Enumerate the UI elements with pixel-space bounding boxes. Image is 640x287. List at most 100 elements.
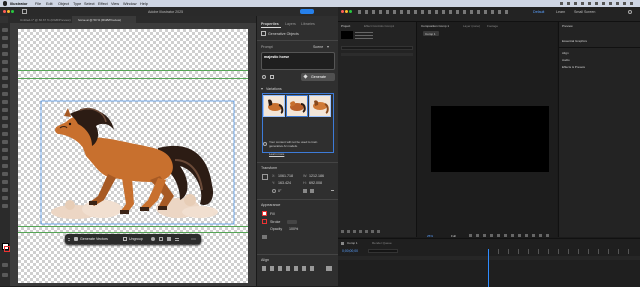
effects-presets-label[interactable]: Effects & Presets xyxy=(562,65,585,69)
scale-tool-icon[interactable] xyxy=(2,116,8,120)
viewer-controls[interactable] xyxy=(469,234,549,237)
distribute-icon[interactable] xyxy=(310,266,314,271)
share-button[interactable] xyxy=(300,9,314,14)
menu-select[interactable]: Select xyxy=(84,2,95,6)
pen-tool-icon[interactable] xyxy=(2,44,8,48)
reference-icon[interactable] xyxy=(270,75,274,79)
timecode-display[interactable]: 0;00;00;00 xyxy=(342,249,358,253)
curvature-tool-icon[interactable] xyxy=(2,52,8,56)
graph-tool-icon[interactable] xyxy=(2,172,8,176)
audio-panel-label[interactable]: Audio xyxy=(562,58,570,62)
chevron-down-icon[interactable] xyxy=(327,46,329,48)
tab-libraries[interactable]: Libraries xyxy=(301,22,315,26)
tab-footage[interactable]: Footage xyxy=(487,24,498,28)
minimize-window-icon[interactable] xyxy=(7,10,10,13)
align-right-icon[interactable] xyxy=(278,266,282,271)
lock-icon[interactable] xyxy=(167,237,171,241)
playhead[interactable] xyxy=(488,249,489,287)
settings-icon[interactable] xyxy=(262,75,266,79)
preview-panel-label[interactable]: Preview xyxy=(562,24,573,28)
menu-type[interactable]: Type xyxy=(73,2,81,6)
close-window-icon[interactable] xyxy=(341,10,344,13)
project-search-input[interactable] xyxy=(341,46,413,50)
align-bottom-icon[interactable] xyxy=(302,266,306,271)
learn-more-link[interactable]: Learn more xyxy=(269,152,284,156)
tab-effect-controls[interactable]: Effect Controls Comp1 xyxy=(364,24,394,28)
shape-builder-tool-icon[interactable] xyxy=(2,132,8,136)
menu-object[interactable]: Object xyxy=(58,2,69,6)
generate-button[interactable]: Generate xyxy=(301,73,335,81)
align-center-icon[interactable] xyxy=(270,266,274,271)
timeline-close-icon[interactable] xyxy=(341,242,344,245)
tab-composition[interactable]: Composition Comp 1 xyxy=(421,24,449,28)
isolate-icon[interactable] xyxy=(151,237,155,241)
prompt-type-dropdown[interactable]: Scene xyxy=(313,45,323,49)
zoom-tool-icon[interactable] xyxy=(2,204,8,208)
menu-window[interactable]: Window xyxy=(123,2,137,6)
workspace-learn[interactable]: Learn xyxy=(556,10,565,14)
stroke-swatch[interactable] xyxy=(262,219,267,224)
reference-point-icon[interactable] xyxy=(262,174,268,180)
eraser-tool-icon[interactable] xyxy=(2,100,8,104)
blend-tool-icon[interactable] xyxy=(2,156,8,160)
menu-view[interactable]: View xyxy=(111,2,119,6)
search-icon[interactable] xyxy=(628,10,632,14)
zoom-window-icon[interactable] xyxy=(11,10,14,13)
flip-vertical-icon[interactable] xyxy=(310,189,314,193)
ae-tools-strip[interactable] xyxy=(358,10,508,14)
align-left-icon[interactable] xyxy=(262,266,266,271)
more-transform-icon[interactable] xyxy=(331,190,334,191)
tab-project[interactable]: Project xyxy=(341,24,350,28)
line-tool-icon[interactable] xyxy=(2,68,8,72)
symbol-sprayer-tool-icon[interactable] xyxy=(2,164,8,168)
x-field[interactable]: 1061.718 xyxy=(278,174,293,178)
menu-effect[interactable]: Effect xyxy=(98,2,108,6)
artboard-tool-icon[interactable] xyxy=(2,180,8,184)
workspace-default[interactable]: Default xyxy=(533,10,544,14)
zoom-window-icon[interactable] xyxy=(349,10,352,13)
type-tool-icon[interactable] xyxy=(2,60,8,64)
edit-toolbar-icon[interactable] xyxy=(2,273,8,277)
project-footer-icons[interactable] xyxy=(341,230,381,233)
prompt-input[interactable]: majestic horse xyxy=(261,52,335,70)
screen-mode-icon[interactable] xyxy=(2,263,8,267)
h-field[interactable]: 692.008 xyxy=(309,181,322,185)
eyedropper-tool-icon[interactable] xyxy=(2,148,8,152)
align-top-icon[interactable] xyxy=(286,266,290,271)
fx-icon[interactable] xyxy=(262,235,267,239)
close-window-icon[interactable] xyxy=(3,10,6,13)
opacity-field[interactable]: 100% xyxy=(289,227,298,231)
transform-icon[interactable] xyxy=(159,237,163,241)
align-panel-label[interactable]: Align xyxy=(562,51,569,55)
tab-properties[interactable]: Properties xyxy=(261,22,279,26)
horse-illustration[interactable] xyxy=(40,100,235,225)
align-icon[interactable] xyxy=(175,237,179,241)
stroke-weight-field[interactable] xyxy=(287,219,297,224)
tab-render-queue[interactable]: Render Queue xyxy=(372,241,392,245)
gradient-tool-icon[interactable] xyxy=(2,140,8,144)
w-field[interactable]: 1212.186 xyxy=(309,174,324,178)
rectangle-tool-icon[interactable] xyxy=(2,76,8,80)
pencil-tool-icon[interactable] xyxy=(2,92,8,96)
doc-tab-horse[interactable]: horse.ai @ 50 % (RGB/Preview) xyxy=(78,18,121,22)
drag-handle-icon[interactable] xyxy=(68,237,70,241)
selection-tool-icon[interactable] xyxy=(2,28,8,32)
essential-graphics-label[interactable]: Essential Graphics xyxy=(562,39,587,43)
tab-layer[interactable]: Layer (none) xyxy=(463,24,480,28)
timeline-search-input[interactable] xyxy=(368,249,398,253)
hand-tool-icon[interactable] xyxy=(2,196,8,200)
minimize-window-icon[interactable] xyxy=(345,10,348,13)
slice-tool-icon[interactable] xyxy=(2,188,8,192)
more-options-icon[interactable] xyxy=(191,238,196,240)
flip-horizontal-icon[interactable] xyxy=(303,189,307,193)
ungroup-button[interactable]: Ungroup xyxy=(129,237,143,241)
variation-thumbnail-2[interactable] xyxy=(286,95,308,117)
tab-timeline-comp[interactable]: Comp 1 xyxy=(347,241,358,245)
fill-swatch[interactable] xyxy=(262,211,267,216)
angle-field[interactable]: 0° xyxy=(278,189,281,193)
width-tool-icon[interactable] xyxy=(2,124,8,128)
composition-viewer[interactable] xyxy=(431,106,549,172)
variation-thumbnail-3[interactable] xyxy=(309,95,331,117)
home-icon[interactable] xyxy=(22,9,27,14)
menu-file[interactable]: File xyxy=(35,2,41,6)
